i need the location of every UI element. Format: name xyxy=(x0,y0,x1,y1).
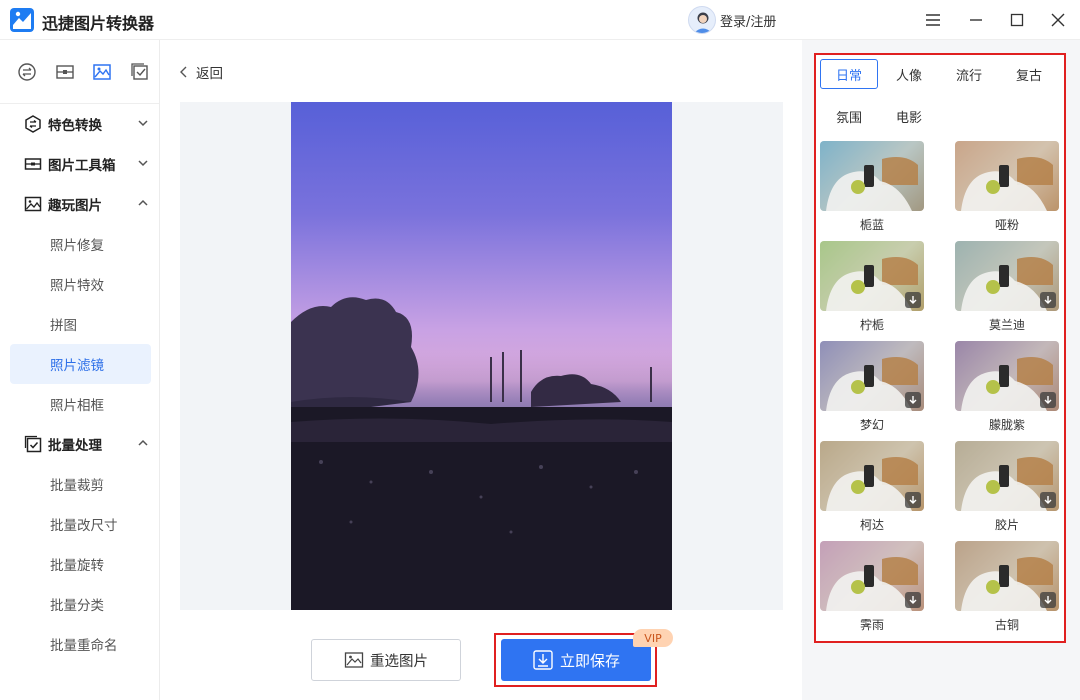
app-logo-icon xyxy=(10,8,34,32)
download-icon xyxy=(905,292,921,308)
tab-retro[interactable]: 复古 xyxy=(1000,59,1058,89)
download-icon xyxy=(1040,392,1056,408)
sidebar-item-photo-frame[interactable]: 照片相框 xyxy=(0,384,159,424)
filter-name: 哑粉 xyxy=(994,218,1019,232)
sidebar-item-photo-effects[interactable]: 照片特效 xyxy=(0,264,159,304)
filter-thumbnail[interactable] xyxy=(955,341,1059,411)
preview-photo xyxy=(291,102,672,610)
minimize-icon[interactable] xyxy=(964,8,988,32)
nav-group-label: 批量处理 xyxy=(48,438,102,454)
title-bar: 迅捷图片转换器 登录/注册 xyxy=(0,0,1080,40)
vip-badge: VIP xyxy=(633,629,673,647)
sidebar: 特色转换 图片工具箱 趣玩图片 照片修复 照片特效 拼图 照片滤镜 照片相框 批量处理 批量裁剪批… xyxy=(0,40,160,700)
image-fun-icon xyxy=(24,195,42,213)
filter-name: 胶片 xyxy=(994,518,1019,532)
filter-name: 莫兰迪 xyxy=(988,318,1025,332)
convert-shortcut-icon[interactable] xyxy=(8,57,46,87)
chevron-up-icon xyxy=(137,197,149,209)
download-icon xyxy=(1040,592,1056,608)
download-icon xyxy=(905,492,921,508)
close-icon[interactable] xyxy=(1046,8,1070,32)
chevron-down-icon xyxy=(137,117,149,129)
filter-thumbnail[interactable] xyxy=(955,441,1059,511)
toolbox-icon xyxy=(24,155,42,173)
login-area[interactable]: 登录/注册 xyxy=(688,6,776,34)
filter-thumbnail[interactable] xyxy=(820,341,924,411)
tab-popular[interactable]: 流行 xyxy=(940,59,998,89)
filter-name: 柯达 xyxy=(859,518,884,532)
reselect-label: 重选图片 xyxy=(370,653,428,670)
filter-name: 朦胧紫 xyxy=(988,418,1025,432)
nav-group-batch-process[interactable]: 批量处理 xyxy=(0,424,159,464)
download-icon xyxy=(1040,292,1056,308)
app-title: 迅捷图片转换器 xyxy=(42,14,155,33)
filter-name: 柠栀 xyxy=(859,318,884,332)
login-register-link[interactable]: 登录/注册 xyxy=(720,11,776,30)
nav-group-special-convert[interactable]: 特色转换 xyxy=(0,104,159,144)
download-icon xyxy=(533,650,553,670)
convert-icon xyxy=(24,115,42,133)
sidebar-item-batch-classify[interactable]: 批量分类 xyxy=(0,584,159,624)
tab-daily[interactable]: 日常 xyxy=(820,59,878,89)
filter-thumbnail[interactable] xyxy=(955,141,1059,211)
filter-thumbnail[interactable] xyxy=(820,441,924,511)
avatar[interactable] xyxy=(688,6,716,34)
tab-portrait[interactable]: 人像 xyxy=(880,59,938,89)
filter-panel: 日常 人像 流行 复古氛围 电影栀蓝 哑粉柠栀 莫兰迪梦幻 朦胧紫柯达 胶片霁雨 古铜 xyxy=(802,40,1080,700)
tab-atmosphere[interactable]: 氛围 xyxy=(820,101,878,131)
sidebar-item-batch-resize[interactable]: 批量改尺寸 xyxy=(0,504,159,544)
filter-thumbnail[interactable] xyxy=(955,241,1059,311)
filter-thumbnail[interactable] xyxy=(820,241,924,311)
batch-shortcut-icon[interactable] xyxy=(121,57,159,87)
download-icon xyxy=(905,592,921,608)
filter-name: 霁雨 xyxy=(859,618,884,632)
chevron-down-icon xyxy=(137,157,149,169)
preview-canvas xyxy=(180,102,783,610)
batch-icon xyxy=(24,435,42,453)
filter-thumbnail[interactable] xyxy=(820,541,924,611)
save-now-button[interactable]: 立即保存 xyxy=(501,639,651,681)
nav-group-image-toolbox[interactable]: 图片工具箱 xyxy=(0,144,159,184)
image-icon xyxy=(344,652,364,668)
nav-group-label: 图片工具箱 xyxy=(48,158,116,174)
filter-name: 古铜 xyxy=(994,618,1019,632)
maximize-icon[interactable] xyxy=(1005,8,1029,32)
filter-list-box: 日常 人像 流行 复古氛围 电影栀蓝 哑粉柠栀 莫兰迪梦幻 朦胧紫柯达 胶片霁雨 古铜 xyxy=(814,53,1066,643)
save-label: 立即保存 xyxy=(559,651,620,670)
toolbox-shortcut-icon[interactable] xyxy=(46,57,84,87)
chevron-left-icon xyxy=(180,66,187,78)
back-label: 返回 xyxy=(196,66,223,82)
download-icon xyxy=(1040,492,1056,508)
tab-movie[interactable]: 电影 xyxy=(880,101,938,131)
nav-group-label: 趣玩图片 xyxy=(48,198,102,214)
chevron-up-icon xyxy=(137,437,149,449)
reselect-image-button[interactable]: 重选图片 xyxy=(311,639,461,681)
sidebar-item-batch-rotate[interactable]: 批量旋转 xyxy=(0,544,159,584)
filter-thumbnail[interactable] xyxy=(820,141,924,211)
sidebar-item-batch-rename[interactable]: 批量重命名 xyxy=(0,624,159,664)
back-link[interactable]: 返回 xyxy=(178,62,223,82)
nav-group-fun-image[interactable]: 趣玩图片 xyxy=(0,184,159,224)
filter-name: 梦幻 xyxy=(859,418,884,432)
nav-group-label: 特色转换 xyxy=(48,118,102,134)
sidebar-item-photo-repair[interactable]: 照片修复 xyxy=(0,224,159,264)
sidebar-item-photo-filter[interactable]: 照片滤镜 xyxy=(10,344,151,384)
sidebar-item-batch-crop[interactable]: 批量裁剪 xyxy=(0,464,159,504)
image-shortcut-icon[interactable] xyxy=(84,57,122,87)
menu-icon[interactable] xyxy=(921,8,945,32)
sidebar-shortcut-bar xyxy=(0,40,159,104)
filter-name: 栀蓝 xyxy=(859,218,884,232)
sidebar-item-collage[interactable]: 拼图 xyxy=(0,304,159,344)
filter-thumbnail[interactable] xyxy=(955,541,1059,611)
download-icon xyxy=(905,392,921,408)
sidebar-nav: 特色转换 图片工具箱 趣玩图片 照片修复 照片特效 拼图 照片滤镜 照片相框 批量处理 批量裁剪批… xyxy=(0,104,159,664)
main-panel: 返回 重选图片 立即保存 VIP xyxy=(160,40,802,700)
